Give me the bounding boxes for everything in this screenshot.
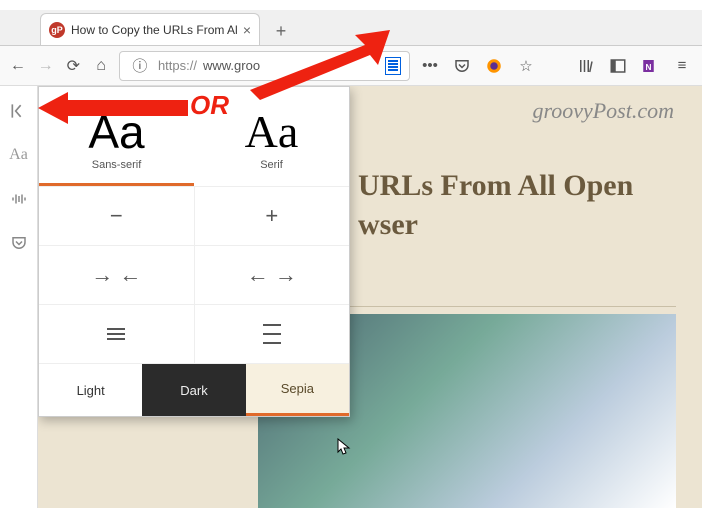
firefox-account-icon[interactable] [482, 54, 506, 78]
theme-dark-button[interactable]: Dark [142, 364, 245, 416]
page-actions-button[interactable]: ••• [418, 54, 442, 78]
save-pocket-button[interactable] [6, 230, 32, 256]
bookmark-star-icon[interactable]: ☆ [514, 54, 538, 78]
back-button[interactable]: ← [8, 52, 28, 80]
close-reader-button[interactable] [6, 98, 32, 124]
content-width-increase-button[interactable]: ← → [195, 246, 350, 304]
annotation-or-label: OR [190, 90, 229, 121]
library-icon[interactable] [574, 54, 598, 78]
url-prefix: https:// [158, 58, 197, 73]
theme-light-button[interactable]: Light [39, 364, 142, 416]
favicon: gP [49, 22, 65, 38]
site-info-icon[interactable]: ⓘ [128, 54, 152, 78]
cursor-icon [337, 438, 353, 459]
font-size-increase-button[interactable]: + [195, 187, 350, 245]
narrate-button[interactable] [6, 186, 32, 212]
line-height-increase-button[interactable] [195, 305, 350, 363]
font-label: Sans-serif [39, 159, 194, 171]
type-controls-button[interactable]: Aa [6, 142, 32, 168]
type-controls-popover: Aa Sans-serif Aa Serif − + → ← ← → [38, 86, 350, 417]
site-brand: groovyPost.com [532, 98, 674, 124]
annotation-arrow-left [38, 88, 188, 128]
app-menu-button[interactable]: ≡ [670, 54, 694, 78]
tab-title: How to Copy the URLs From Al [71, 23, 237, 37]
line-height-decrease-button[interactable] [39, 305, 195, 363]
onenote-icon[interactable]: N [638, 54, 662, 78]
content-width-decrease-button[interactable]: → ← [39, 246, 195, 304]
font-label: Serif [194, 159, 349, 171]
article-page: groovyPost.com URLs From All Open wser A… [38, 86, 702, 508]
forward-button[interactable]: → [36, 52, 56, 80]
reader-sidebar: Aa [0, 86, 38, 508]
font-size-decrease-button[interactable]: − [39, 187, 195, 245]
annotation-arrow-right [240, 30, 390, 100]
pocket-icon[interactable] [450, 54, 474, 78]
reload-button[interactable]: ⟳ [63, 52, 83, 80]
theme-sepia-button[interactable]: Sepia [246, 364, 349, 416]
home-button[interactable]: ⌂ [91, 52, 111, 80]
browser-tab[interactable]: gP How to Copy the URLs From Al × [40, 13, 260, 45]
sidebar-toggle-icon[interactable] [606, 54, 630, 78]
article-headline: URLs From All Open wser [358, 166, 633, 244]
svg-text:N: N [645, 62, 651, 71]
